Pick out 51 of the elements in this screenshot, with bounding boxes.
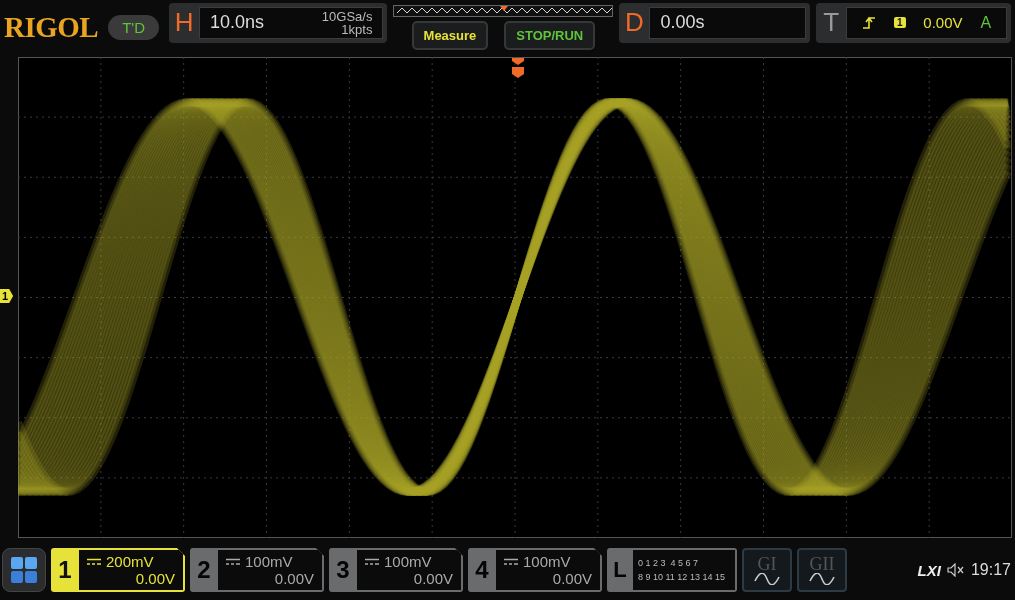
channel-scale: 200mV bbox=[106, 553, 154, 570]
sine-wave-icon bbox=[754, 573, 780, 585]
mode-badge: T'D bbox=[108, 15, 160, 40]
channel-panel[interactable]: 2 100mV 0.00V bbox=[190, 548, 324, 592]
delay-label: D bbox=[624, 7, 645, 38]
channel-number: 3 bbox=[335, 556, 351, 584]
channel-panel[interactable]: 3 100mV 0.00V bbox=[329, 548, 463, 592]
trigger-level: 0.00V bbox=[923, 14, 963, 31]
sample-rate: 10GSa/s bbox=[321, 9, 373, 23]
channel-scale: 100mV bbox=[245, 553, 293, 570]
delay-value: 0.00s bbox=[660, 12, 705, 33]
channel-panel[interactable]: 4 100mV 0.00V bbox=[468, 548, 602, 592]
trigger-source-badge: 1 bbox=[893, 17, 906, 28]
rising-edge-icon bbox=[862, 15, 877, 30]
dc-coupling-icon bbox=[365, 557, 379, 566]
trigger-position-icon[interactable] bbox=[511, 57, 525, 79]
channel-marker[interactable]: 1 bbox=[0, 289, 14, 303]
trigger-label: T bbox=[822, 7, 841, 38]
dc-coupling-icon bbox=[87, 557, 101, 566]
clock-time: 19:17 bbox=[970, 561, 1011, 579]
sine-wave-icon bbox=[809, 573, 835, 585]
channel-panel[interactable]: 1 200mV 0.00V bbox=[51, 548, 185, 592]
channel-offset: 0.00V bbox=[552, 570, 592, 587]
channel-offset: 0.00V bbox=[274, 570, 314, 587]
logic-panel[interactable]: L 0 1 2 3 4 5 6 7 8 9 10 11 12 13 14 15 bbox=[607, 548, 737, 592]
dc-coupling-icon bbox=[226, 557, 240, 566]
brand-logo: RIGOL bbox=[4, 11, 99, 44]
menu-button[interactable]: Measure bbox=[411, 21, 489, 50]
channel-number: 4 bbox=[474, 556, 490, 584]
speaker-muted-icon[interactable] bbox=[946, 563, 965, 577]
logic-label: L bbox=[612, 557, 628, 583]
timebase-value: 10.0ns bbox=[210, 12, 265, 33]
lxi-logo: LXI bbox=[917, 561, 941, 579]
channel-number: 2 bbox=[196, 556, 212, 584]
apps-button[interactable] bbox=[2, 548, 46, 592]
channel-scale: 100mV bbox=[523, 553, 571, 570]
horizontal-panel[interactable]: H 10.0ns 10GSa/s 1kpts bbox=[169, 2, 388, 43]
logic-channels: 8 9 10 11 12 13 14 15 bbox=[638, 571, 726, 584]
menu-button[interactable]: STOP/RUN bbox=[504, 21, 596, 50]
delay-panel[interactable]: D 0.00s bbox=[619, 2, 811, 43]
dc-coupling-icon bbox=[504, 557, 518, 566]
memory-depth: 1kpts bbox=[341, 22, 373, 36]
trigger-mode: A bbox=[980, 13, 992, 32]
channel-offset: 0.00V bbox=[413, 570, 453, 587]
grid-icon bbox=[9, 555, 39, 585]
trigger-panel[interactable]: T 1 0.00V A bbox=[816, 2, 1011, 43]
channel-offset: 0.00V bbox=[135, 570, 175, 587]
channel-scale: 100mV bbox=[384, 553, 432, 570]
logic-channels: 0 1 2 3 4 5 6 7 bbox=[638, 557, 700, 570]
horizontal-label: H bbox=[173, 7, 195, 38]
channel-number: 1 bbox=[57, 556, 73, 584]
